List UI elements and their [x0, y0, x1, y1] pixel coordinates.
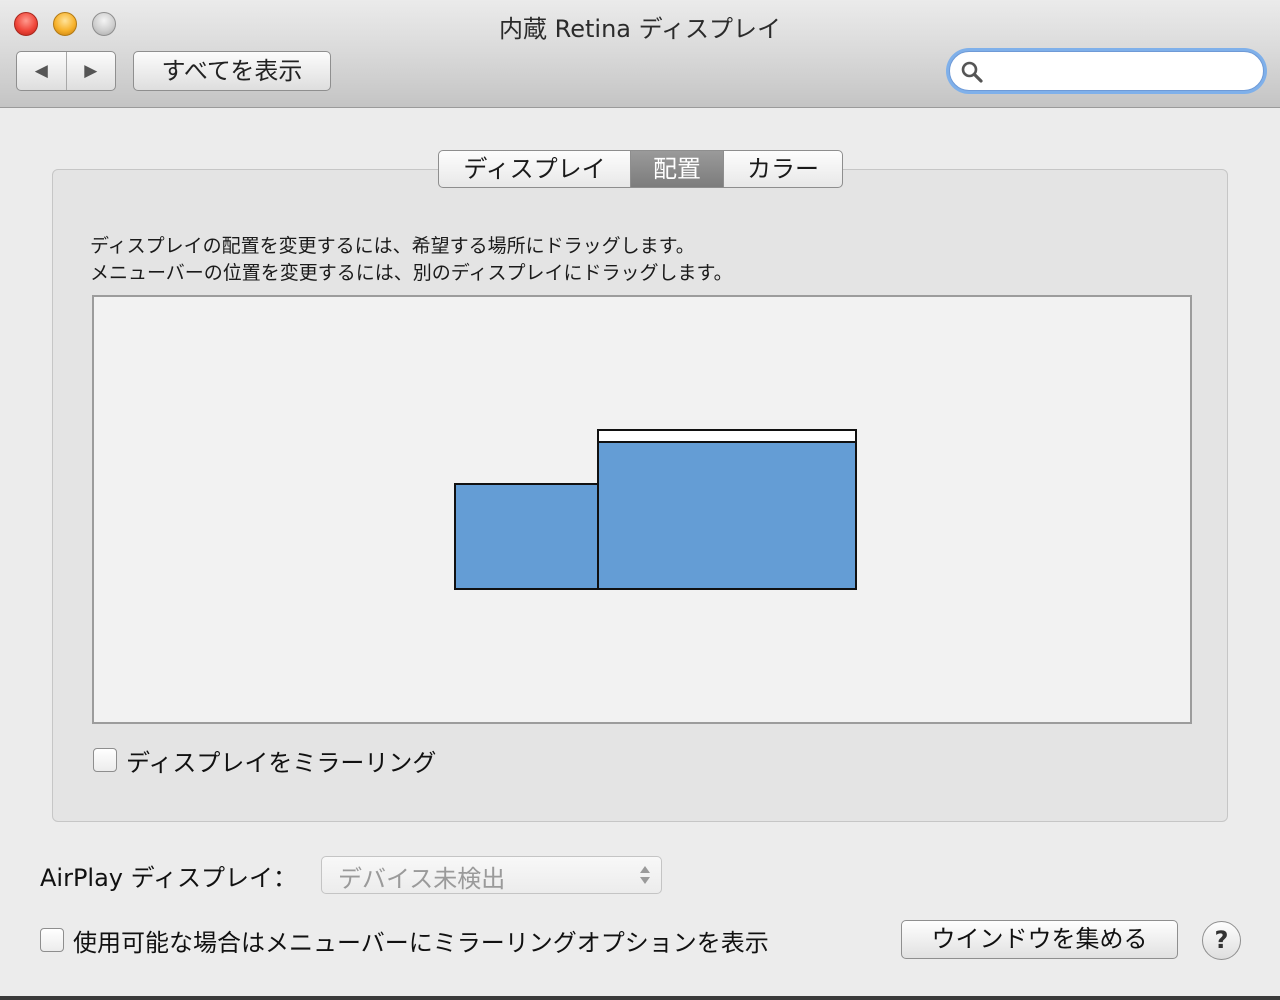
search-input[interactable]	[990, 56, 1254, 88]
mirror-displays-checkbox[interactable]	[93, 748, 117, 772]
forward-button[interactable]: ▶	[67, 52, 116, 90]
help-icon: ?	[1214, 926, 1229, 954]
search-field[interactable]	[949, 51, 1264, 91]
tab-bar: ディスプレイ 配置 カラー	[438, 150, 843, 188]
tab-arrangement[interactable]: 配置	[631, 151, 724, 187]
display-secondary[interactable]	[454, 483, 599, 590]
airplay-selected-value: デバイス未検出	[338, 865, 506, 893]
window-title: 内蔵 Retina ディスプレイ	[499, 15, 781, 43]
arrangement-instruction-line-1: ディスプレイの配置を変更するには、希望する場所にドラッグします。	[90, 235, 695, 257]
tab-color[interactable]: カラー	[724, 151, 842, 187]
search-icon	[961, 61, 983, 83]
tab-display[interactable]: ディスプレイ	[439, 151, 631, 187]
title-bar: 内蔵 Retina ディスプレイ ◀ ▶ すべてを表示	[0, 0, 1280, 108]
window-bottom-edge	[0, 996, 1280, 1000]
show-mirroring-options-label[interactable]: 使用可能な場合はメニューバーにミラーリングオプションを表示	[73, 923, 769, 958]
back-forward-group: ◀ ▶	[16, 51, 116, 91]
show-all-button[interactable]: すべてを表示	[133, 51, 331, 91]
help-button[interactable]: ?	[1202, 921, 1241, 960]
display-main[interactable]	[597, 429, 857, 590]
popup-arrows-icon	[640, 866, 650, 884]
mirror-displays-label[interactable]: ディスプレイをミラーリング	[126, 743, 436, 778]
back-arrow-icon: ◀	[34, 61, 48, 81]
back-button[interactable]: ◀	[17, 52, 67, 90]
airplay-display-popup[interactable]: デバイス未検出	[321, 856, 662, 894]
gather-windows-button[interactable]: ウインドウを集める	[901, 920, 1178, 959]
forward-arrow-icon: ▶	[84, 61, 98, 81]
menu-bar-indicator[interactable]	[599, 431, 855, 443]
preferences-window: 内蔵 Retina ディスプレイ ◀ ▶ すべてを表示 ディスプレイ 配置 カラ…	[0, 0, 1280, 1000]
airplay-display-label: AirPlay ディスプレイ：	[40, 864, 297, 892]
show-mirroring-options-checkbox[interactable]	[40, 928, 64, 952]
arrangement-instruction-line-2: メニューバーの位置を変更するには、別のディスプレイにドラッグします。	[90, 262, 733, 284]
